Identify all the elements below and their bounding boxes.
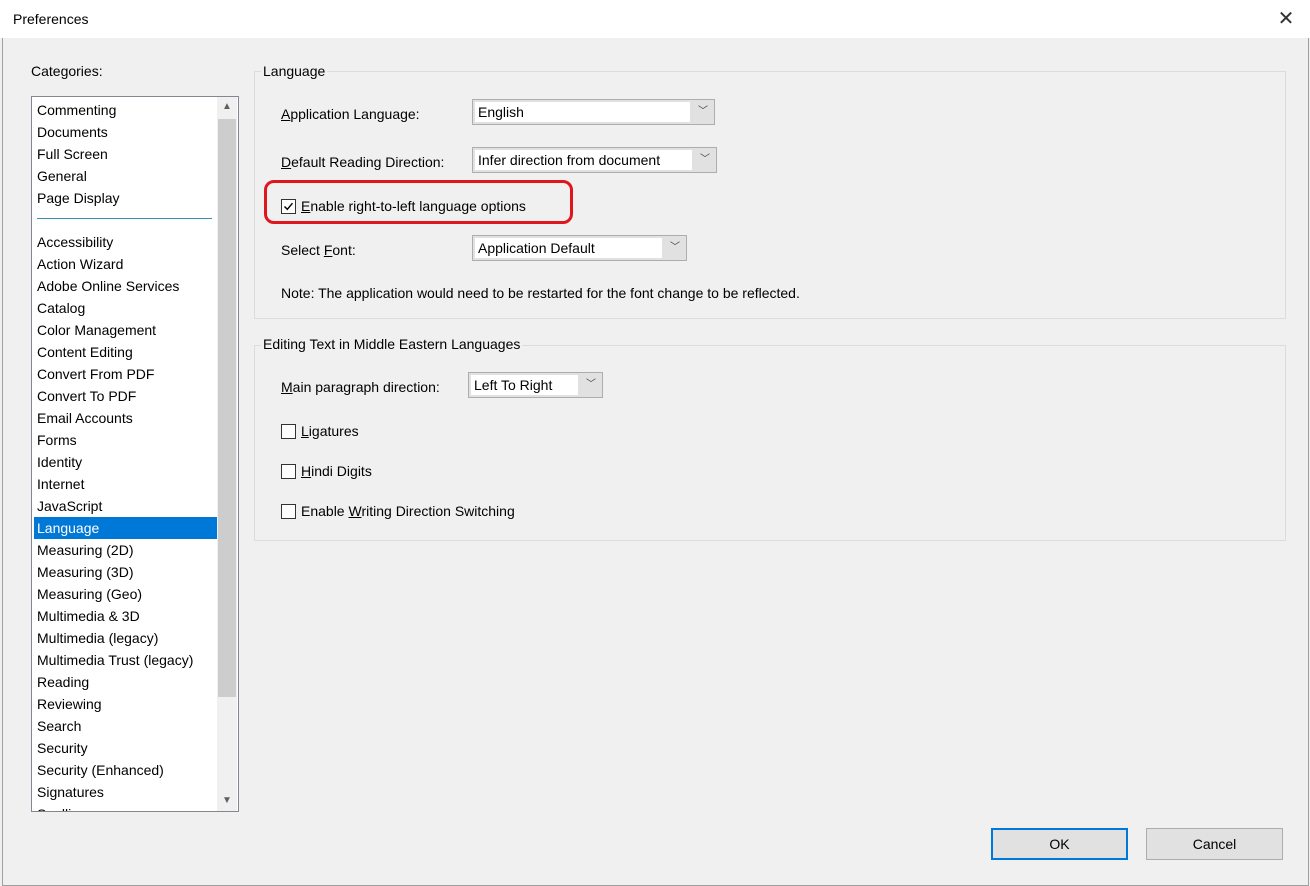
paragraph-direction-label: Main paragraph direction: (281, 379, 440, 395)
select-font-dropdown[interactable]: Application Default ﹀ (472, 235, 687, 261)
category-item[interactable]: Content Editing (34, 341, 217, 363)
category-item[interactable]: Internet (34, 473, 217, 495)
category-item[interactable]: Convert To PDF (34, 385, 217, 407)
category-item[interactable]: Forms (34, 429, 217, 451)
chevron-down-icon: ﹀ (670, 242, 680, 253)
select-font-value: Application Default (475, 238, 662, 258)
category-item[interactable]: Search (34, 715, 217, 737)
category-item[interactable]: Measuring (3D) (34, 561, 217, 583)
category-item[interactable]: Measuring (2D) (34, 539, 217, 561)
reading-direction-label: Default Reading Direction: (281, 154, 445, 170)
category-item[interactable]: Email Accounts (34, 407, 217, 429)
category-item[interactable]: Commenting (34, 99, 217, 121)
category-item[interactable]: Reviewing (34, 693, 217, 715)
writing-direction-checkbox[interactable] (281, 504, 296, 519)
font-restart-note: Note: The application would need to be r… (281, 285, 800, 301)
category-item[interactable]: Adobe Online Services (34, 275, 217, 297)
category-item[interactable]: Reading (34, 671, 217, 693)
title-bar: Preferences ✕ (0, 0, 1310, 38)
writing-direction-label[interactable]: Enable Writing Direction Switching (301, 503, 515, 519)
window-title: Preferences (13, 11, 89, 27)
reading-direction-dropdown[interactable]: Infer direction from document ﹀ (472, 147, 717, 173)
category-item[interactable]: Color Management (34, 319, 217, 341)
chevron-down-icon: ﹀ (586, 379, 596, 390)
language-group-title: Language (261, 63, 328, 79)
category-item[interactable]: Security (Enhanced) (34, 759, 217, 781)
paragraph-direction-dropdown[interactable]: Left To Right ﹀ (468, 372, 603, 398)
reading-direction-value: Infer direction from document (475, 150, 692, 170)
hindi-digits-label[interactable]: Hindi Digits (301, 463, 372, 479)
category-item[interactable]: Language (34, 517, 217, 539)
category-item[interactable]: JavaScript (34, 495, 217, 517)
category-item[interactable]: Security (34, 737, 217, 759)
application-language-value: English (475, 102, 690, 122)
paragraph-direction-value: Left To Right (471, 375, 578, 395)
chevron-down-icon: ﹀ (698, 106, 708, 117)
category-item[interactable]: Accessibility (34, 231, 217, 253)
category-item[interactable]: General (34, 165, 217, 187)
application-language-dropdown[interactable]: English ﹀ (472, 99, 715, 125)
scroll-up-arrow-icon[interactable]: ▲ (217, 97, 237, 117)
category-item[interactable]: Identity (34, 451, 217, 473)
category-item[interactable]: Documents (34, 121, 217, 143)
application-language-label: Application Language: (281, 106, 420, 122)
scroll-thumb[interactable] (218, 119, 236, 697)
checkmark-icon (284, 202, 294, 211)
window-border-right (1308, 38, 1309, 886)
cancel-button[interactable]: Cancel (1146, 828, 1283, 860)
categories-separator (37, 218, 212, 219)
select-font-label: Select Font: (281, 242, 356, 258)
categories-scrollbar[interactable]: ▲ ▼ (217, 97, 237, 811)
hindi-digits-checkbox[interactable] (281, 464, 296, 479)
scroll-down-arrow-icon[interactable]: ▼ (217, 791, 237, 811)
window-border-left (2, 38, 3, 886)
category-item[interactable]: Spelling (34, 803, 217, 811)
ligatures-checkbox[interactable] (281, 424, 296, 439)
category-item[interactable]: Measuring (Geo) (34, 583, 217, 605)
categories-list[interactable]: Commenting Documents Full Screen General Pag… (31, 96, 239, 812)
category-item[interactable]: Action Wizard (34, 253, 217, 275)
rtl-options-checkbox[interactable] (281, 199, 296, 214)
ok-button[interactable]: OK (991, 828, 1128, 860)
category-item[interactable]: Catalog (34, 297, 217, 319)
category-item[interactable]: Convert From PDF (34, 363, 217, 385)
rtl-options-label[interactable]: Enable right-to-left language options (301, 198, 526, 214)
category-item[interactable]: Multimedia & 3D (34, 605, 217, 627)
category-item[interactable]: Multimedia (legacy) (34, 627, 217, 649)
category-item[interactable]: Signatures (34, 781, 217, 803)
category-item[interactable]: Multimedia Trust (legacy) (34, 649, 217, 671)
middle-eastern-group-title: Editing Text in Middle Eastern Languages (261, 336, 523, 352)
category-item[interactable]: Page Display (34, 187, 217, 209)
chevron-down-icon: ﹀ (700, 154, 710, 165)
categories-label: Categories: (31, 63, 103, 79)
category-item[interactable]: Full Screen (34, 143, 217, 165)
close-icon[interactable]: ✕ (1271, 4, 1301, 34)
ligatures-label[interactable]: Ligatures (301, 423, 359, 439)
